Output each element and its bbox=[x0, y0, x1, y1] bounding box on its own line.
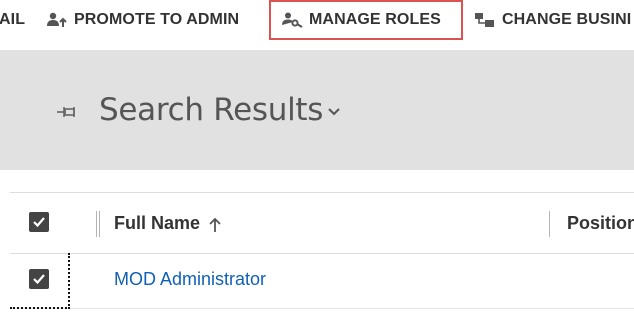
promote-to-admin-button[interactable]: PROMOTE TO ADMIN bbox=[46, 0, 239, 40]
toolbar-item-email-partial[interactable]: AIL bbox=[0, 0, 25, 40]
command-bar: AIL PROMOTE TO ADMIN MANAGE ROLES CHANGE… bbox=[0, 0, 634, 40]
view-header: Search Results bbox=[0, 50, 634, 170]
column-header-position[interactable]: Position bbox=[567, 213, 634, 234]
toolbar-item-label: AIL bbox=[0, 11, 26, 28]
user-promote-icon bbox=[47, 12, 67, 27]
column-divider[interactable] bbox=[549, 211, 550, 237]
grid-header: Full Name Position bbox=[10, 192, 634, 254]
column-divider[interactable] bbox=[96, 211, 100, 237]
full-name-link[interactable]: MOD Administrator bbox=[114, 269, 266, 290]
business-unit-icon bbox=[475, 13, 494, 27]
checkmark-icon bbox=[33, 274, 45, 285]
row-select-checkbox[interactable] bbox=[29, 269, 49, 289]
toolbar-item-label: CHANGE BUSINI bbox=[502, 11, 632, 28]
view-title[interactable]: Search Results bbox=[99, 92, 323, 128]
pin-icon[interactable] bbox=[56, 105, 78, 119]
table-row[interactable]: MOD Administrator bbox=[10, 253, 634, 309]
toolbar-item-label: PROMOTE TO ADMIN bbox=[74, 11, 240, 28]
sort-ascending-icon[interactable] bbox=[208, 217, 222, 233]
select-all-checkbox[interactable] bbox=[29, 212, 49, 232]
change-business-unit-button[interactable]: CHANGE BUSINI bbox=[474, 0, 631, 40]
manage-roles-button[interactable]: MANAGE ROLES bbox=[269, 0, 463, 40]
chevron-down-icon[interactable] bbox=[328, 108, 340, 116]
column-header-full-name[interactable]: Full Name bbox=[114, 213, 200, 234]
checkmark-icon bbox=[33, 217, 45, 228]
results-grid: Full Name Position MOD Administrator bbox=[10, 192, 634, 319]
toolbar-item-label: MANAGE ROLES bbox=[309, 11, 441, 28]
user-key-icon bbox=[282, 12, 303, 28]
